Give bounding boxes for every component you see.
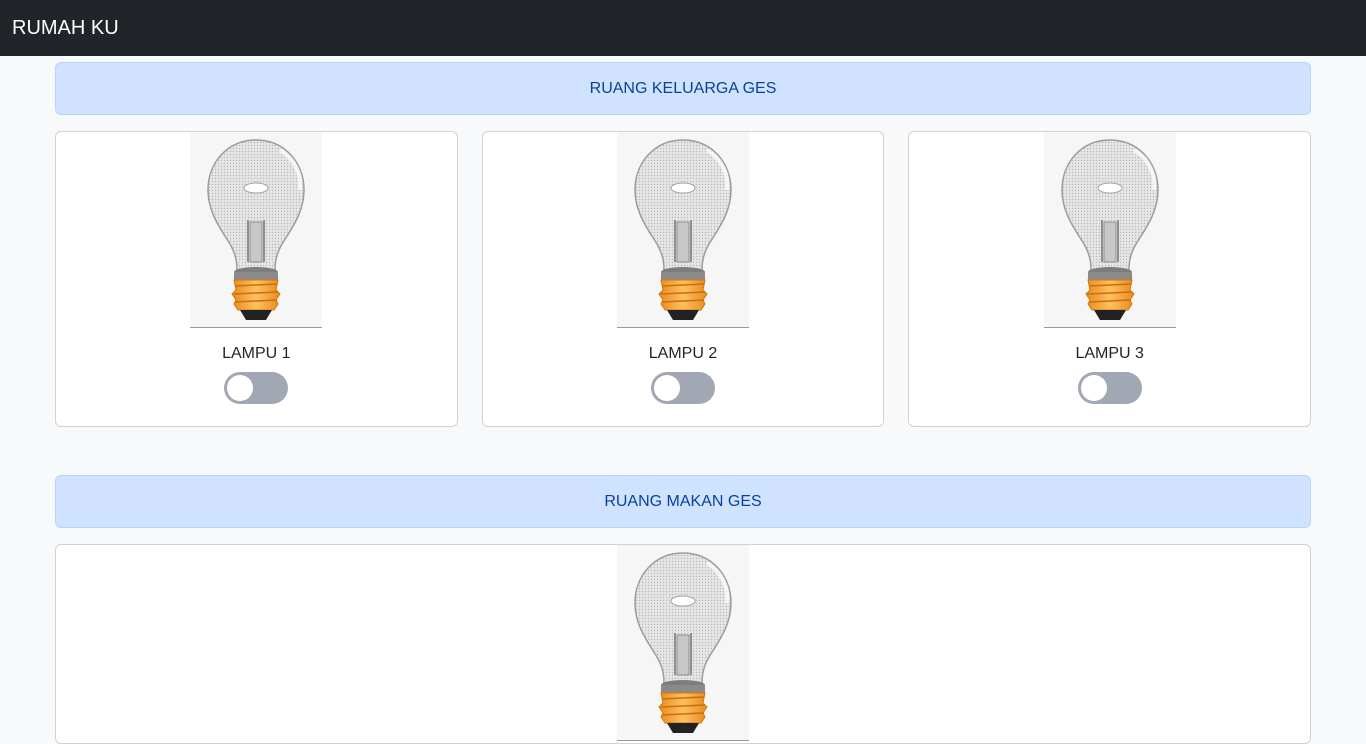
light-bulb-icon (633, 138, 733, 322)
lamp-cards-row: LAMPU 1 LAMPU 2 LAMPU 3 (55, 131, 1312, 427)
toggle-knob (654, 375, 680, 401)
lamp-card-3: LAMPU 3 (908, 131, 1312, 427)
lamp-card-2: LAMPU 2 (481, 131, 885, 427)
light-bulb-icon (206, 138, 307, 322)
lamp-label: LAMPU 1 (222, 345, 291, 362)
navbar: RUMAH KU (0, 0, 1366, 56)
main-container: RUANG KELUARGA GES LAMPU 1 LAMPU 2 LAMPU… (55, 56, 1312, 744)
lamp-3-toggle[interactable] (1077, 372, 1142, 404)
bulb-image-frame (617, 132, 749, 328)
brand-title[interactable]: RUMAH KU (12, 16, 119, 40)
bulb-image-frame (617, 545, 749, 741)
room-title: RUANG MAKAN GES (604, 492, 762, 510)
lamp-1-toggle[interactable] (224, 372, 289, 404)
room-header-ruang-keluarga: RUANG KELUARGA GES (55, 62, 1311, 115)
lamp-2-toggle[interactable] (651, 372, 715, 404)
light-bulb-icon (633, 551, 733, 735)
bulb-image-frame (1043, 132, 1176, 328)
lamp-label: LAMPU 2 (648, 345, 718, 362)
lamp-card-1: LAMPU 1 (55, 131, 458, 427)
lamp-card-dining (55, 544, 1311, 744)
bulb-image-frame (190, 132, 323, 328)
lamp-label: LAMPU 3 (1075, 345, 1144, 362)
lamp-cards-row (55, 544, 1311, 744)
toggle-knob (227, 375, 254, 401)
room-title: RUANG KELUARGA GES (589, 79, 777, 97)
toggle-knob (1080, 375, 1107, 401)
room-header-ruang-makan: RUANG MAKAN GES (55, 475, 1311, 528)
light-bulb-icon (1059, 138, 1160, 322)
